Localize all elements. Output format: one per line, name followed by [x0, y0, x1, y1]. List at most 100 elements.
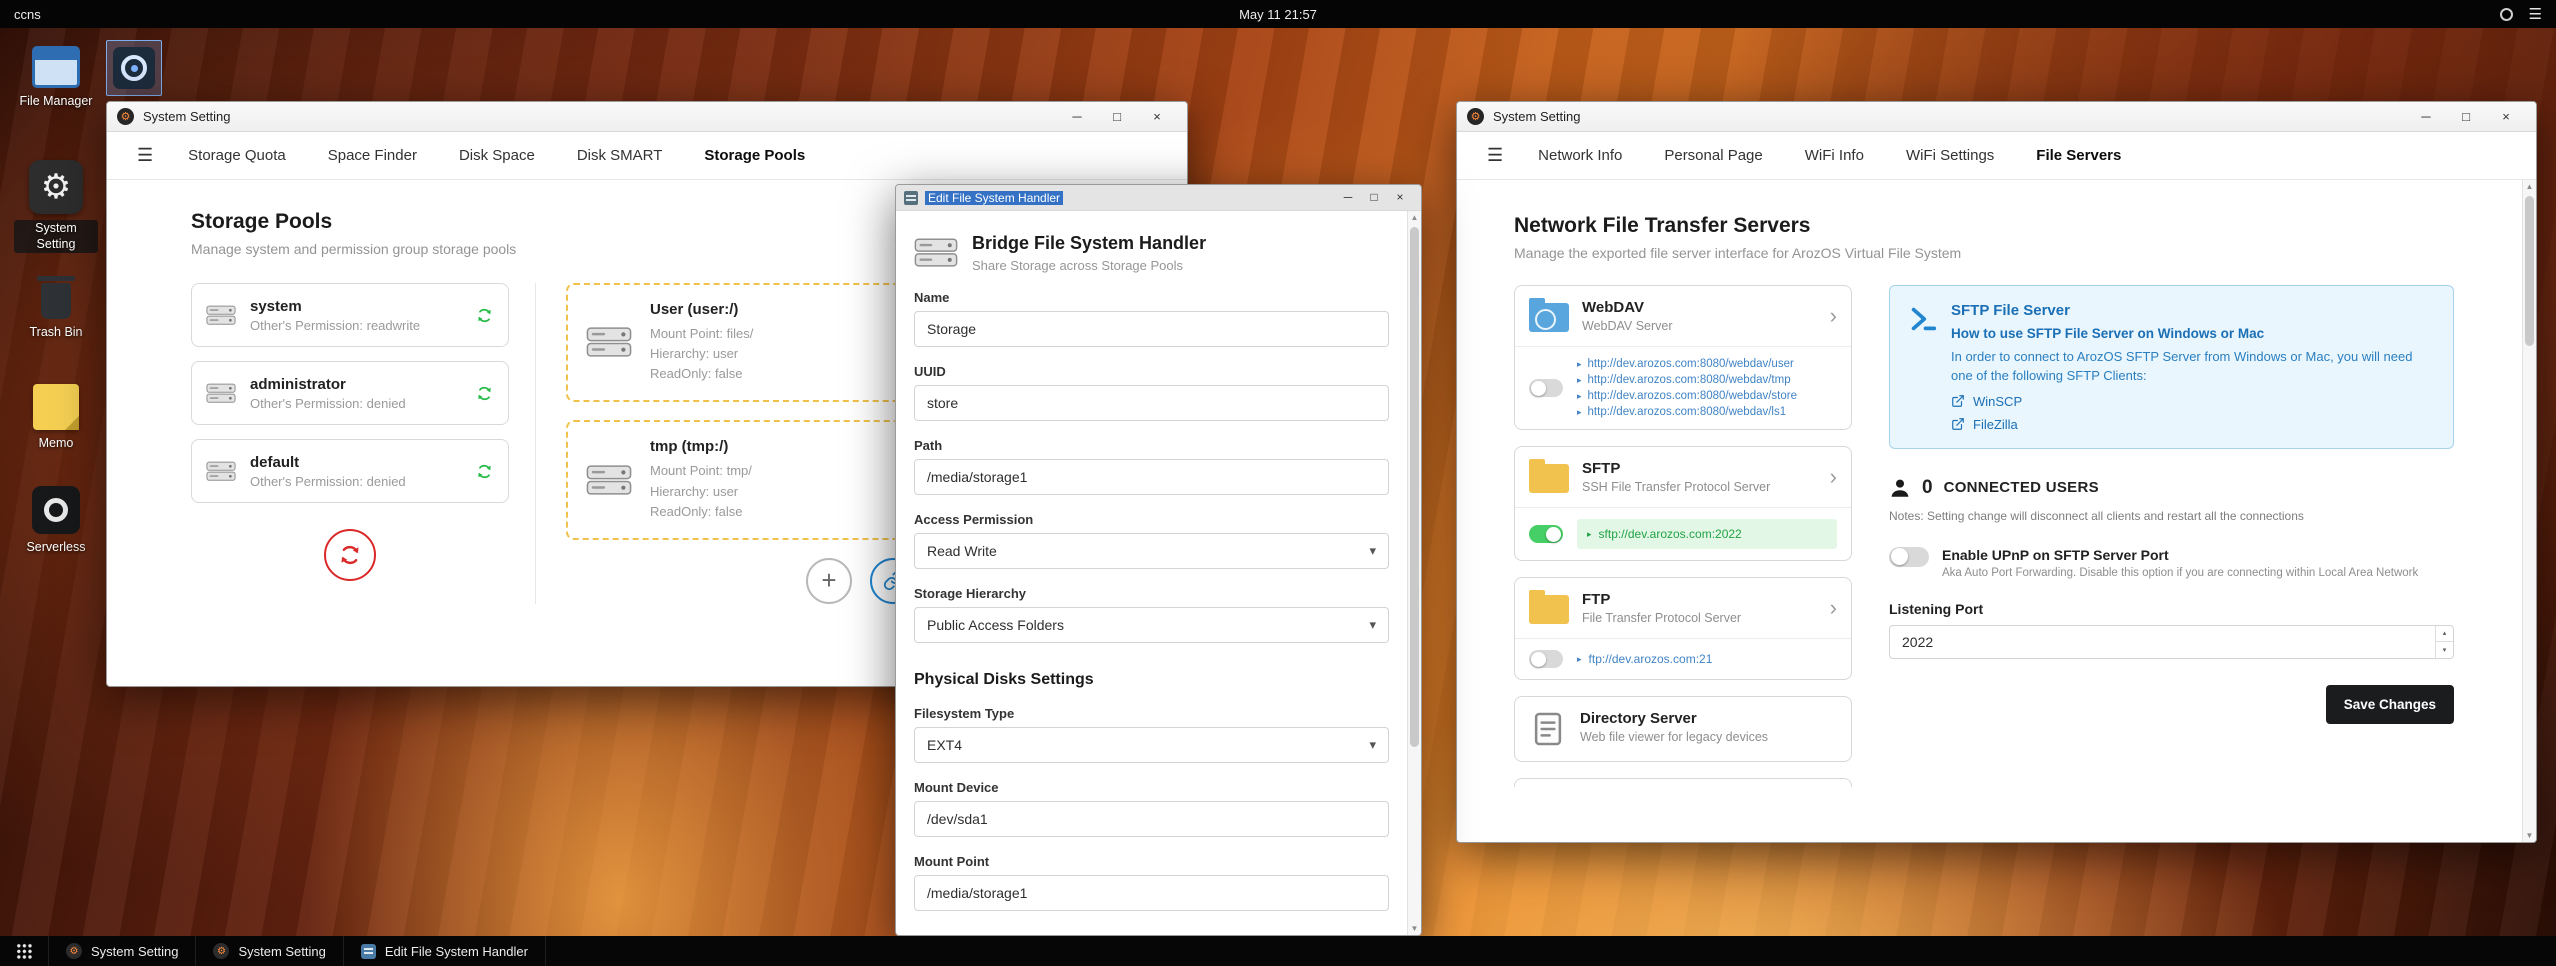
webdav-endpoint-link[interactable]: ▸ http://dev.arozos.com:8080/webdav/user: [1577, 358, 1797, 370]
winscp-link[interactable]: WinSCP: [1951, 394, 2435, 409]
tab-wifi-info[interactable]: WiFi Info: [1784, 147, 1885, 164]
directory-server-card-header[interactable]: Directory Server Web file viewer for leg…: [1515, 697, 1851, 761]
desktop-icon-system-setting[interactable]: ⚙ System Setting: [12, 160, 100, 254]
tab-network-info[interactable]: Network Info: [1517, 147, 1643, 164]
scroll-up-icon[interactable]: ▲: [1408, 213, 1421, 222]
taskbar-item-system-setting-2[interactable]: ⚙ System Setting: [195, 936, 342, 966]
maximize-button[interactable]: □: [2446, 102, 2486, 131]
pool-card-default[interactable]: default Other's Permission: denied: [191, 439, 509, 503]
sync-icon[interactable]: [475, 462, 494, 481]
taskbar-item-edit-fs-handler[interactable]: Edit File System Handler: [342, 936, 546, 966]
close-button[interactable]: ×: [1387, 185, 1413, 210]
menu-icon[interactable]: ☰: [2529, 5, 2542, 23]
path-label: Path: [914, 438, 943, 453]
storage-hierarchy-select[interactable]: Public Access Folders ▾: [914, 607, 1389, 643]
bullet-icon: ▸: [1577, 406, 1582, 417]
webdav-endpoint-link[interactable]: ▸ http://dev.arozos.com:8080/webdav/stor…: [1577, 390, 1797, 402]
access-permission-select[interactable]: Read Write ▾: [914, 533, 1389, 569]
selection-highlight: [106, 40, 162, 96]
webdav-card-header[interactable]: WebDAV WebDAV Server ›: [1515, 286, 1851, 346]
sync-icon[interactable]: [475, 306, 494, 325]
status-ring-icon[interactable]: [2499, 7, 2513, 21]
edit-fs-handler-icon: [360, 943, 376, 959]
pool-card-system[interactable]: system Other's Permission: readwrite: [191, 283, 509, 347]
sftp-enable-toggle[interactable]: [1529, 525, 1563, 543]
desktop-icon-memo[interactable]: Memo: [12, 384, 100, 452]
tab-personal-page[interactable]: Personal Page: [1643, 147, 1783, 164]
scrollbar-vertical[interactable]: ▲ ▼: [2522, 180, 2536, 842]
scrollbar-thumb[interactable]: [1410, 227, 1419, 747]
chevron-right-icon[interactable]: ›: [1830, 466, 1837, 488]
chevron-right-icon[interactable]: ›: [1830, 305, 1837, 327]
ftp-card-header[interactable]: FTP File Transfer Protocol Server ›: [1515, 578, 1851, 638]
window-titlebar[interactable]: Edit File System Handler ─ □ ×: [896, 185, 1421, 211]
add-fs-handler-button[interactable]: +: [806, 557, 852, 604]
scrollbar-vertical[interactable]: ▲ ▼: [1407, 211, 1421, 935]
scroll-up-icon[interactable]: ▲: [2523, 182, 2536, 191]
refresh-pools-button[interactable]: [324, 529, 376, 581]
sync-icon[interactable]: [475, 384, 494, 403]
server-name: WebDAV: [1582, 299, 1644, 316]
sidebar-toggle-icon[interactable]: ☰: [123, 145, 167, 166]
webdav-endpoint-link[interactable]: ▸ http://dev.arozos.com:8080/webdav/ls1: [1577, 406, 1797, 418]
mount-point-input[interactable]: [914, 875, 1389, 911]
window-titlebar[interactable]: ⚙ System Setting ─ □ ×: [107, 102, 1187, 132]
path-input[interactable]: [914, 459, 1389, 495]
tab-disk-space[interactable]: Disk Space: [438, 147, 556, 164]
mount-hierarchy: Hierarchy: user: [650, 483, 739, 499]
upnp-toggle[interactable]: [1889, 546, 1929, 567]
scroll-down-icon[interactable]: ▼: [2523, 831, 2536, 840]
maximize-button[interactable]: □: [1361, 185, 1387, 210]
desktop-icon-trash-bin[interactable]: Trash Bin: [12, 276, 100, 341]
desktop-icon-file-manager[interactable]: File Manager: [12, 46, 100, 110]
ftp-card: FTP File Transfer Protocol Server › ▸ ft…: [1514, 577, 1852, 680]
link-text: sftp://dev.arozos.com:2022: [1598, 527, 1742, 541]
spin-up-icon[interactable]: ▴: [2436, 626, 2453, 643]
dialog-subtitle: Share Storage across Storage Pools: [972, 258, 1184, 273]
spin-down-icon[interactable]: ▾: [2436, 642, 2453, 658]
scrollbar-thumb[interactable]: [2525, 196, 2534, 346]
save-changes-button[interactable]: Save Changes: [2325, 684, 2454, 724]
tab-file-servers[interactable]: File Servers: [2015, 147, 2142, 164]
minimize-button[interactable]: ─: [1335, 185, 1361, 210]
minimize-button[interactable]: ─: [1057, 102, 1097, 131]
scroll-down-icon[interactable]: ▼: [1408, 924, 1421, 933]
desktop-icon-label: Trash Bin: [29, 325, 83, 339]
tab-wifi-settings[interactable]: WiFi Settings: [1885, 147, 2015, 164]
page-title: Network File Transfer Servers: [1514, 214, 1811, 237]
window-titlebar[interactable]: ⚙ System Setting ─ □ ×: [1457, 102, 2536, 132]
sftp-card-header[interactable]: SFTP SSH File Transfer Protocol Server ›: [1515, 447, 1851, 507]
minimize-button[interactable]: ─: [2406, 102, 2446, 131]
taskbar-item-system-setting-1[interactable]: ⚙ System Setting: [48, 936, 195, 966]
name-input[interactable]: [914, 311, 1389, 347]
maximize-button[interactable]: □: [1097, 102, 1137, 131]
tab-storage-pools[interactable]: Storage Pools: [683, 147, 826, 164]
pool-card-administrator[interactable]: administrator Other's Permission: denied: [191, 361, 509, 425]
number-spinner[interactable]: ▴ ▾: [2435, 625, 2453, 658]
sidebar-toggle-icon[interactable]: ☰: [1473, 145, 1517, 166]
desktop-icon-serverless[interactable]: Serverless: [12, 486, 100, 556]
mount-device-input[interactable]: [914, 801, 1389, 837]
webdav-endpoint-link[interactable]: ▸ http://dev.arozos.com:8080/webdav/tmp: [1577, 374, 1797, 386]
ftp-endpoint-link[interactable]: ▸ ftp://dev.arozos.com:21: [1577, 652, 1712, 666]
webdav-enable-toggle[interactable]: [1529, 379, 1563, 397]
serverless-icon: [32, 486, 80, 534]
filezilla-link[interactable]: FileZilla: [1951, 417, 2435, 432]
close-button[interactable]: ×: [2486, 102, 2526, 131]
listening-port-input[interactable]: [1889, 624, 2454, 659]
ftp-enable-toggle[interactable]: [1529, 650, 1563, 668]
tab-storage-quota[interactable]: Storage Quota: [167, 147, 307, 164]
connected-users-label: CONNECTED USERS: [1943, 479, 2099, 497]
pool-name: default: [250, 453, 300, 471]
close-button[interactable]: ×: [1137, 102, 1177, 131]
sftp-endpoint-link[interactable]: ▸ sftp://dev.arozos.com:2022: [1577, 519, 1837, 549]
filesystem-type-select[interactable]: EXT4 ▾: [914, 727, 1389, 763]
access-permission-label: Access Permission: [914, 512, 1034, 527]
chevron-right-icon[interactable]: ›: [1830, 597, 1837, 619]
clock: May 11 21:57: [1239, 6, 1317, 22]
tab-disk-smart[interactable]: Disk SMART: [556, 147, 684, 164]
desktop-icon-disc-selected[interactable]: [102, 40, 166, 96]
app-launcher-icon[interactable]: [15, 942, 33, 960]
uuid-input[interactable]: [914, 385, 1389, 421]
tab-space-finder[interactable]: Space Finder: [307, 147, 438, 164]
